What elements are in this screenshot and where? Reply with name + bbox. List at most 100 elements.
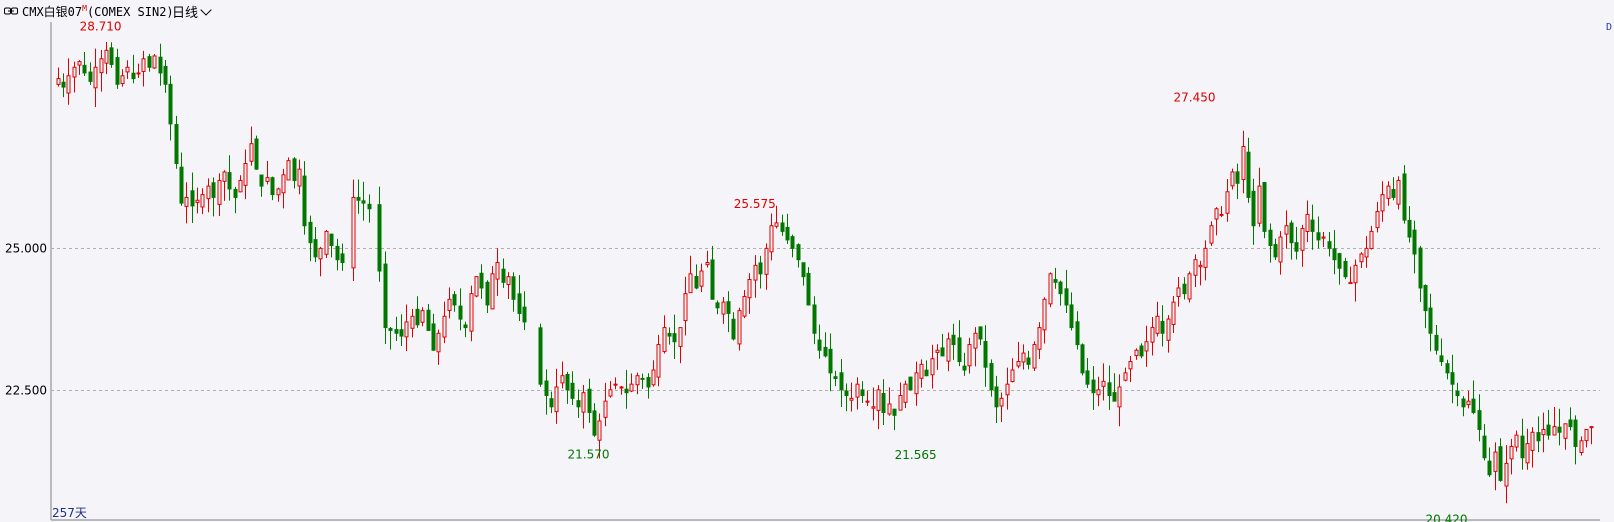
candle-body <box>672 333 677 343</box>
candle-body <box>678 327 683 347</box>
candle-body <box>1005 383 1010 396</box>
candle-body <box>994 386 999 408</box>
candle-body <box>1085 370 1090 385</box>
candle-body <box>565 373 570 391</box>
candle-body <box>1284 225 1289 235</box>
candle-body <box>222 171 227 182</box>
candle-body <box>522 306 527 323</box>
candle-body <box>780 222 785 232</box>
candle-body <box>1273 244 1278 258</box>
candle-body <box>1563 423 1568 439</box>
candle-body <box>297 168 302 187</box>
candle-body <box>388 327 393 331</box>
candle-body <box>635 375 640 386</box>
candle-body <box>1316 232 1321 241</box>
candle-body <box>120 75 125 85</box>
candle-body <box>217 179 222 205</box>
y-tick-label: 22.500 <box>5 384 47 398</box>
candle-body <box>1289 222 1294 244</box>
candle-body <box>281 174 286 194</box>
candle-body <box>324 230 329 255</box>
candle-body <box>1069 304 1074 329</box>
candle-body <box>431 323 436 351</box>
candle-body <box>286 160 291 181</box>
candle-body <box>1268 229 1273 247</box>
candle-body <box>394 329 399 334</box>
candle-body <box>259 174 264 187</box>
candle-body <box>1139 345 1144 357</box>
candle-body <box>662 327 667 353</box>
candle-body <box>1053 279 1058 283</box>
candle-body <box>1343 260 1348 278</box>
candle-body <box>367 203 372 210</box>
candle-body <box>1498 446 1503 481</box>
candle-body <box>1530 431 1535 451</box>
candle-body <box>1579 440 1584 453</box>
candle-body <box>613 383 618 386</box>
candle-body <box>705 262 710 266</box>
candle-body <box>447 298 452 312</box>
candle-body <box>479 272 484 289</box>
candle-body <box>1487 460 1492 476</box>
candle-body <box>211 182 216 198</box>
candle-body <box>399 329 404 337</box>
candle-body <box>603 400 608 418</box>
candle-body <box>115 57 120 85</box>
candle-body <box>1010 369 1015 383</box>
candle-body <box>544 380 549 396</box>
candle-body <box>1198 264 1203 268</box>
candle-body <box>967 344 972 367</box>
candle-body <box>141 58 146 72</box>
candle-body <box>1428 307 1433 334</box>
candle-body <box>957 337 962 363</box>
candle-body <box>163 65 168 85</box>
candle-body <box>469 293 474 332</box>
candle-body <box>356 196 361 201</box>
candle-body <box>458 305 463 320</box>
candle-body <box>1064 288 1069 306</box>
candle-body <box>849 397 854 401</box>
candle-body <box>1048 273 1053 305</box>
candle-body <box>335 245 340 261</box>
candle-body <box>999 397 1004 407</box>
candle-body <box>131 72 136 80</box>
candle-body <box>1482 435 1487 459</box>
candlestick-chart[interactable]: 25.000 22.500 28.710 21.570 25.575 21.565 27.… <box>0 0 1614 522</box>
candle-body <box>973 332 978 349</box>
candle-body <box>88 71 93 82</box>
price-annotation: 21.570 <box>568 447 610 461</box>
candle-body <box>930 358 935 376</box>
candle-body <box>1450 372 1455 385</box>
candle-body <box>1016 361 1021 367</box>
candle-body <box>452 294 457 306</box>
candle-body <box>742 295 747 317</box>
candle-body <box>377 204 382 272</box>
candle-body <box>839 372 844 391</box>
candle-body <box>1294 242 1299 252</box>
candle-body <box>908 376 913 391</box>
candle-body <box>1504 462 1509 487</box>
candle-body <box>1203 247 1208 268</box>
candle-body <box>1166 318 1171 341</box>
candle-body <box>517 293 522 314</box>
candle-body <box>136 72 141 75</box>
candle-body <box>1348 281 1353 285</box>
candle-body <box>1541 428 1546 436</box>
candle-body <box>1278 236 1283 263</box>
candle-body <box>651 369 656 386</box>
candle-body <box>1042 298 1047 331</box>
candle-body <box>1509 445 1514 460</box>
candle-body <box>989 363 994 391</box>
candle-body <box>200 194 205 208</box>
candle-body <box>1101 380 1106 387</box>
candle-body <box>764 247 769 275</box>
candle-body <box>769 225 774 253</box>
candle-body <box>710 259 715 300</box>
candle-body <box>1589 426 1594 429</box>
candle-body <box>1568 419 1573 428</box>
candle-body <box>721 301 726 315</box>
candle-body <box>1187 273 1192 300</box>
candle-body <box>796 244 801 261</box>
candle-body <box>1369 230 1374 250</box>
candle-body <box>903 383 908 403</box>
